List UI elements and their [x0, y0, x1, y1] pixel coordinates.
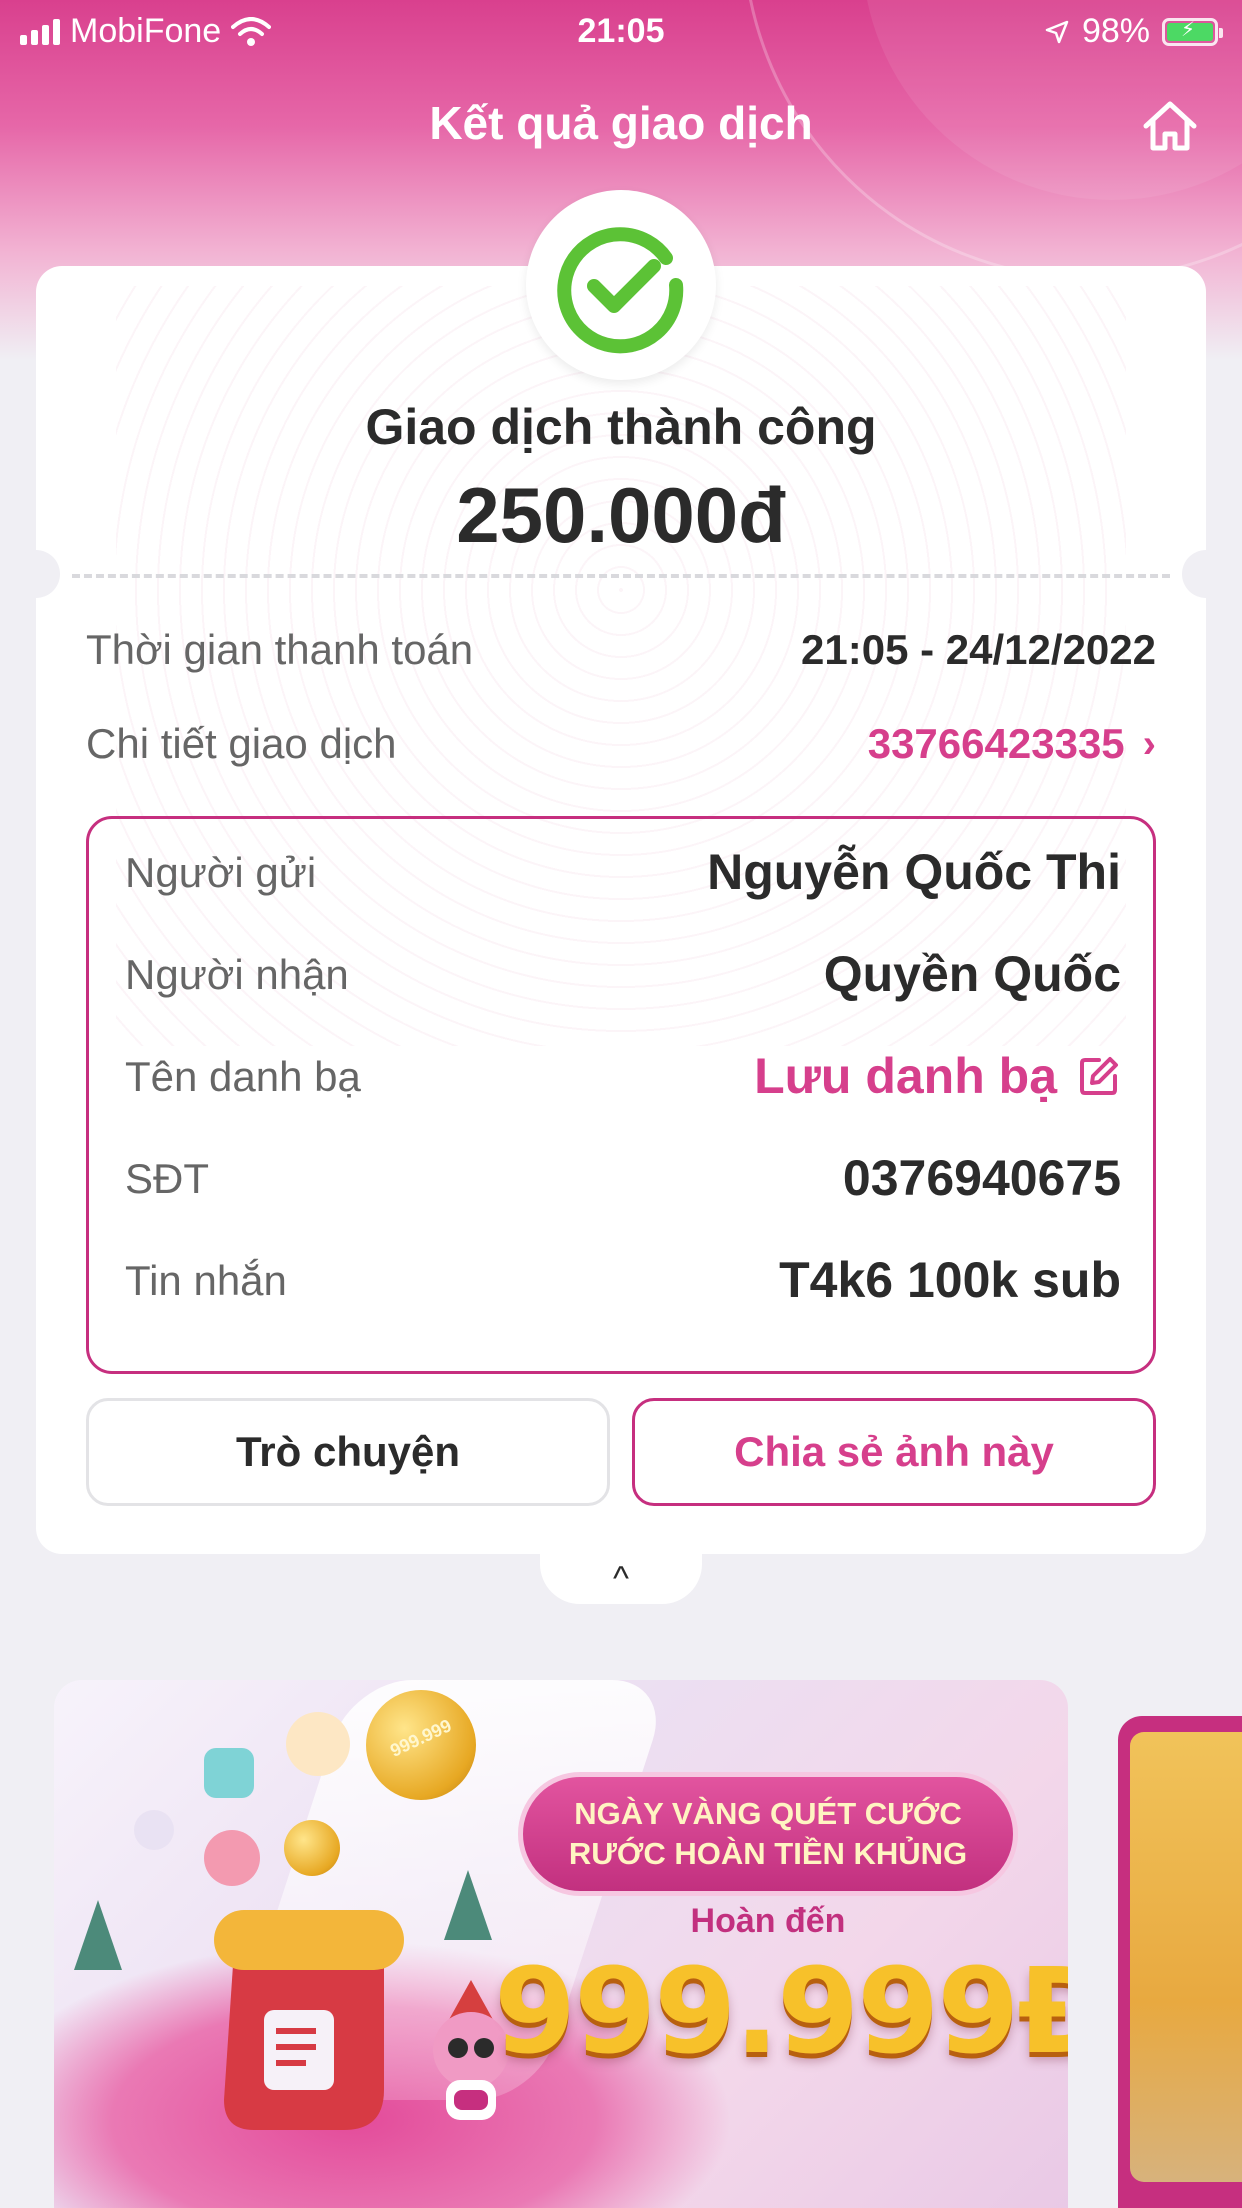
promo-headline: NGÀY VÀNG QUÉT CƯỚC RƯỚC HOÀN TIỀN KHỦNG	[518, 1772, 1018, 1896]
payment-time-label: Thời gian thanh toán	[86, 626, 474, 673]
transaction-card: Giao dịch thành công 250.000đ Thời gian …	[12, 190, 1230, 1554]
coin-icon	[284, 1820, 340, 1876]
tv-icon	[204, 1830, 260, 1886]
transaction-status: Giao dịch thành công	[365, 399, 877, 455]
status-right: 98%	[1044, 12, 1223, 51]
page-title: Kết quả giao dịch	[429, 97, 813, 149]
sender-value: Nguyễn Quốc Thi	[707, 844, 1121, 900]
collapse-toggle[interactable]: ^	[540, 1554, 702, 1604]
next-promo-image	[1130, 1732, 1242, 2182]
sender-label: Người gửi	[125, 849, 317, 896]
ticket-divider	[72, 574, 1170, 578]
promo-banner[interactable]: 999.999 NGÀY VÀNG QUÉT CƯỚC RƯỚC HOÀN TI…	[54, 1680, 1068, 2208]
edit-icon[interactable]	[1077, 1054, 1121, 1098]
christmas-stocking-icon	[214, 1910, 404, 2130]
promo-amount: 999.999Đ	[494, 1942, 1068, 2080]
phone-value: 0376940675	[842, 1150, 1121, 1206]
promo-line-2: RƯỚC HOÀN TIỀN KHỦNG	[568, 1836, 968, 1871]
water-drop-icon	[134, 1810, 174, 1850]
transaction-detail-label: Chi tiết giao dịch	[86, 720, 397, 767]
christmas-tree-icon	[74, 1900, 122, 1970]
message-label: Tin nhắn	[125, 1257, 287, 1304]
transfer-info-box: Người gửi Nguyễn Quốc Thi Người nhận Quy…	[86, 816, 1156, 1374]
coin-icon: 999.999	[366, 1690, 476, 1800]
message-value: T4k6 100k sub	[779, 1252, 1121, 1308]
check-circle-icon	[557, 227, 684, 354]
transaction-detail-link[interactable]: 33766423335 ›	[868, 720, 1156, 768]
receiver-label: Người nhận	[125, 951, 349, 998]
promo-subtitle: Hoàn đến	[690, 1902, 846, 1940]
battery-icon	[1162, 17, 1223, 46]
ticket-notch-left	[12, 550, 60, 598]
home-icon[interactable]	[1140, 98, 1200, 154]
save-contact-label[interactable]: Lưu danh bạ	[754, 1047, 1057, 1105]
receiver-value: Quyền Quốc	[823, 946, 1121, 1002]
save-contact-button[interactable]: Lưu danh bạ	[754, 1047, 1121, 1105]
contact-name-label: Tên danh bạ	[125, 1053, 361, 1100]
next-promo-card[interactable]	[1118, 1716, 1242, 2208]
status-bar: MobiFone 21:05 98%	[0, 0, 1242, 64]
christmas-tree-icon	[444, 1870, 492, 1940]
success-badge	[526, 190, 716, 380]
transaction-amount: 250.000đ	[456, 471, 786, 559]
coin-label: 999.999	[387, 1715, 455, 1761]
ticket-notch-right	[1182, 550, 1230, 598]
payment-time-value: 21:05 - 24/12/2022	[801, 626, 1156, 673]
lightbulb-icon	[286, 1712, 350, 1776]
chevron-up-icon: ^	[613, 1559, 629, 1598]
location-arrow-icon	[1045, 20, 1069, 43]
share-image-button[interactable]: Chia sẻ ảnh này	[632, 1398, 1156, 1506]
building-icon	[204, 1748, 254, 1798]
promo-line-1: NGÀY VÀNG QUÉT CƯỚC	[574, 1796, 962, 1831]
phone-label: SĐT	[125, 1155, 209, 1202]
battery-percent: 98%	[1081, 12, 1150, 50]
chevron-right-icon: ›	[1142, 721, 1156, 766]
chat-button[interactable]: Trò chuyện	[86, 1398, 610, 1506]
transaction-id[interactable]: 33766423335	[868, 720, 1125, 768]
